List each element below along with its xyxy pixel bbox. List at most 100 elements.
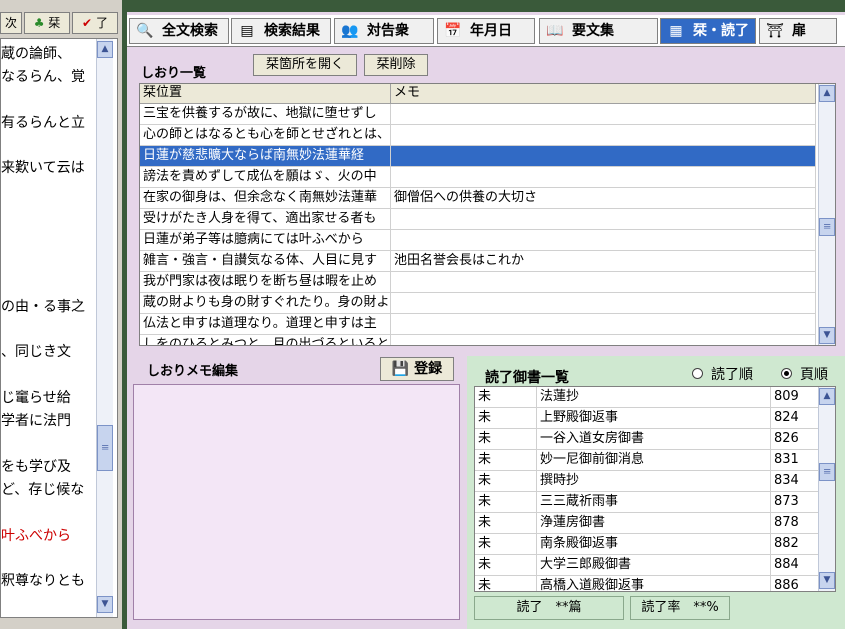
read-page-cell: 886 [771, 576, 820, 591]
radio-done-order[interactable] [692, 368, 703, 379]
scroll-up-icon[interactable]: ▲ [97, 41, 113, 58]
document-pane: 次 ♣ 栞 ✔ 了 蔵の論師、 なるらん、覚 有るらんと立 来歎いて云は の由・る事之、… [0, 0, 122, 629]
table-row[interactable]: 未浄蓮房御書 878 [475, 513, 820, 534]
bookmark-memo-cell [391, 125, 816, 146]
open-bookmark-button[interactable]: 栞箇所を開く [253, 54, 357, 76]
document-line: 、同じき文 [1, 344, 71, 360]
read-status-cell: 未 [475, 471, 537, 492]
tab-gate[interactable]: ⛩ 扉 [759, 18, 837, 44]
column-header-memo[interactable]: メモ [391, 84, 816, 104]
table-row[interactable]: 日蓮が慈悲曠大ならば南無妙法蓮華経 [140, 146, 816, 167]
scroll-thumb[interactable] [819, 218, 835, 236]
table-row[interactable]: 我が門家は夜は眠りを断ち昼は暇を止め [140, 272, 816, 293]
book-icon: 📖 [546, 23, 564, 39]
table-row[interactable]: 雑言・強言・自讃気なる体、人目に見す 池田名誉会長はこれか [140, 251, 816, 272]
bookmark-button[interactable]: ♣ 栞 [24, 12, 70, 34]
bookmark-table-scrollbar[interactable]: ▲ ▼ [818, 84, 835, 345]
column-header-position[interactable]: 栞位置 [140, 84, 391, 104]
read-name-cell: 一谷入道女房御書 [537, 429, 771, 450]
bookmark-memo-cell [391, 167, 816, 188]
tab-people[interactable]: 👥 対告衆 [334, 18, 434, 44]
tab-label: 扉 [792, 23, 806, 39]
read-status-cell: 未 [475, 387, 537, 408]
save-icon: 💾 [391, 361, 410, 377]
radio-done-order-label: 読了順 [711, 367, 753, 383]
read-page-cell: 884 [771, 555, 820, 576]
next-button[interactable]: 次 [0, 12, 22, 34]
table-row[interactable]: 未法蓮抄 809 [475, 387, 820, 408]
read-name-cell: 大学三郎殿御書 [537, 555, 771, 576]
bookmark-position-cell: 日蓮が慈悲曠大ならば南無妙法蓮華経 [140, 146, 391, 167]
table-row[interactable]: 未撰時抄 834 [475, 471, 820, 492]
table-row[interactable]: 謗法を責めずして成仏を願はゞ、火の中 [140, 167, 816, 188]
bookmark-memo-cell [391, 230, 816, 251]
memo-edit-title: しおりメモ編集 [147, 364, 239, 379]
table-row[interactable]: 仏法と申すは道理なり。道理と申すは主 [140, 314, 816, 335]
scroll-up-icon[interactable]: ▲ [819, 388, 835, 405]
scroll-down-icon[interactable]: ▼ [819, 327, 835, 344]
tab-label: 対告衆 [367, 23, 409, 39]
table-row[interactable]: 未妙一尼御前御消息 831 [475, 450, 820, 471]
bookmark-memo-cell [391, 293, 816, 314]
table-row[interactable]: 在家の御身は、但余念なく南無妙法蓮華 御僧侶への供養の大切さ [140, 188, 816, 209]
read-name-cell: 三三蔵祈雨事 [537, 492, 771, 513]
document-line: 釈尊なりとも [1, 573, 85, 589]
tab-search[interactable]: 🔍 全文検索 [129, 18, 229, 44]
table-row[interactable]: 日蓮が弟子等は臆病にては叶ふべから [140, 230, 816, 251]
table-row[interactable]: 未大学三郎殿御書 884 [475, 555, 820, 576]
tab-bookmark[interactable]: ▦ 栞・読了 [660, 18, 756, 44]
table-row[interactable]: 蔵の財よりも身の財すぐれたり。身の財よ [140, 293, 816, 314]
read-status-cell: 未 [475, 408, 537, 429]
tab-book[interactable]: 📖 要文集 [539, 18, 658, 44]
document-line: なるらん、覚 [1, 69, 85, 85]
table-row[interactable]: 未三三蔵祈雨事 873 [475, 492, 820, 513]
bookmark-position-cell: 蔵の財よりも身の財すぐれたり。身の財よ [140, 293, 391, 314]
tab-label: 年月日 [470, 23, 512, 39]
register-memo-button[interactable]: 💾 登録 [380, 357, 454, 381]
read-table-scrollbar[interactable]: ▲ ▼ [818, 387, 835, 591]
scroll-down-icon[interactable]: ▼ [97, 596, 113, 613]
bookmark-memo-cell [391, 146, 816, 167]
bookmark-position-cell: 日蓮が弟子等は臆病にては叶ふべから [140, 230, 391, 251]
table-row[interactable]: 未高橋入道殿御返事 886 [475, 576, 820, 591]
bookmark-list-title: しおり一覧 [141, 66, 207, 81]
read-page-cell: 824 [771, 408, 820, 429]
read-status-cell: 未 [475, 576, 537, 591]
tab-list[interactable]: ▤ 検索結果 [231, 18, 331, 44]
table-row[interactable]: 三宝を供養するが故に、地獄に堕せずし [140, 104, 816, 125]
table-row[interactable]: 未上野殿御返事 824 [475, 408, 820, 429]
bookmark-memo-cell [391, 272, 816, 293]
read-page-cell: 809 [771, 387, 820, 408]
read-name-cell: 高橋入道殿御返事 [537, 576, 771, 591]
document-line: の由・る事之 [1, 299, 85, 315]
scroll-down-icon[interactable]: ▼ [819, 572, 835, 589]
table-row[interactable]: 未一谷入道女房御書 826 [475, 429, 820, 450]
table-row[interactable]: 心の師とはなるとも心を師とせざれとは、 [140, 125, 816, 146]
read-book-table: 未法蓮抄 809 未上野殿御返事 824 未一谷入道女房御書 826 未妙一尼御前御消息 83… [474, 386, 836, 592]
scroll-thumb[interactable] [97, 425, 113, 471]
read-page-cell: 878 [771, 513, 820, 534]
read-page-cell: 831 [771, 450, 820, 471]
document-scrollbar[interactable]: ▲ ▼ [96, 39, 113, 617]
radio-page-order-label: 頁順 [800, 367, 828, 383]
bookmark-position-cell: 受けがたき人身を得て、適出家せる者も [140, 209, 391, 230]
bookmark-position-cell: 三宝を供養するが故に、地獄に堕せずし [140, 104, 391, 125]
scroll-thumb[interactable] [819, 463, 835, 481]
read-name-cell: 妙一尼御前御消息 [537, 450, 771, 471]
table-row[interactable]: しをのひるとみつと、月の出づるといると [140, 335, 816, 345]
tab-label: 全文検索 [162, 23, 218, 39]
table-row[interactable]: 未南条殿御返事 882 [475, 534, 820, 555]
bookmark-memo-cell: 御僧侶への供養の大切さ [391, 188, 816, 209]
read-page-cell: 826 [771, 429, 820, 450]
table-row[interactable]: 受けがたき人身を得て、適出家せる者も [140, 209, 816, 230]
delete-bookmark-button[interactable]: 栞削除 [364, 54, 428, 76]
memo-textarea[interactable] [133, 384, 460, 620]
document-line: 蔵の論師、 [1, 46, 71, 62]
read-list-title: 読了御書一覧 [485, 370, 569, 386]
document-line: ど、存じ候な [1, 482, 85, 498]
scroll-up-icon[interactable]: ▲ [819, 85, 835, 102]
radio-page-order[interactable] [781, 368, 792, 379]
finish-reading-button[interactable]: ✔ 了 [72, 12, 118, 34]
tab-calendar[interactable]: 📅 年月日 [437, 18, 535, 44]
read-name-cell: 上野殿御返事 [537, 408, 771, 429]
